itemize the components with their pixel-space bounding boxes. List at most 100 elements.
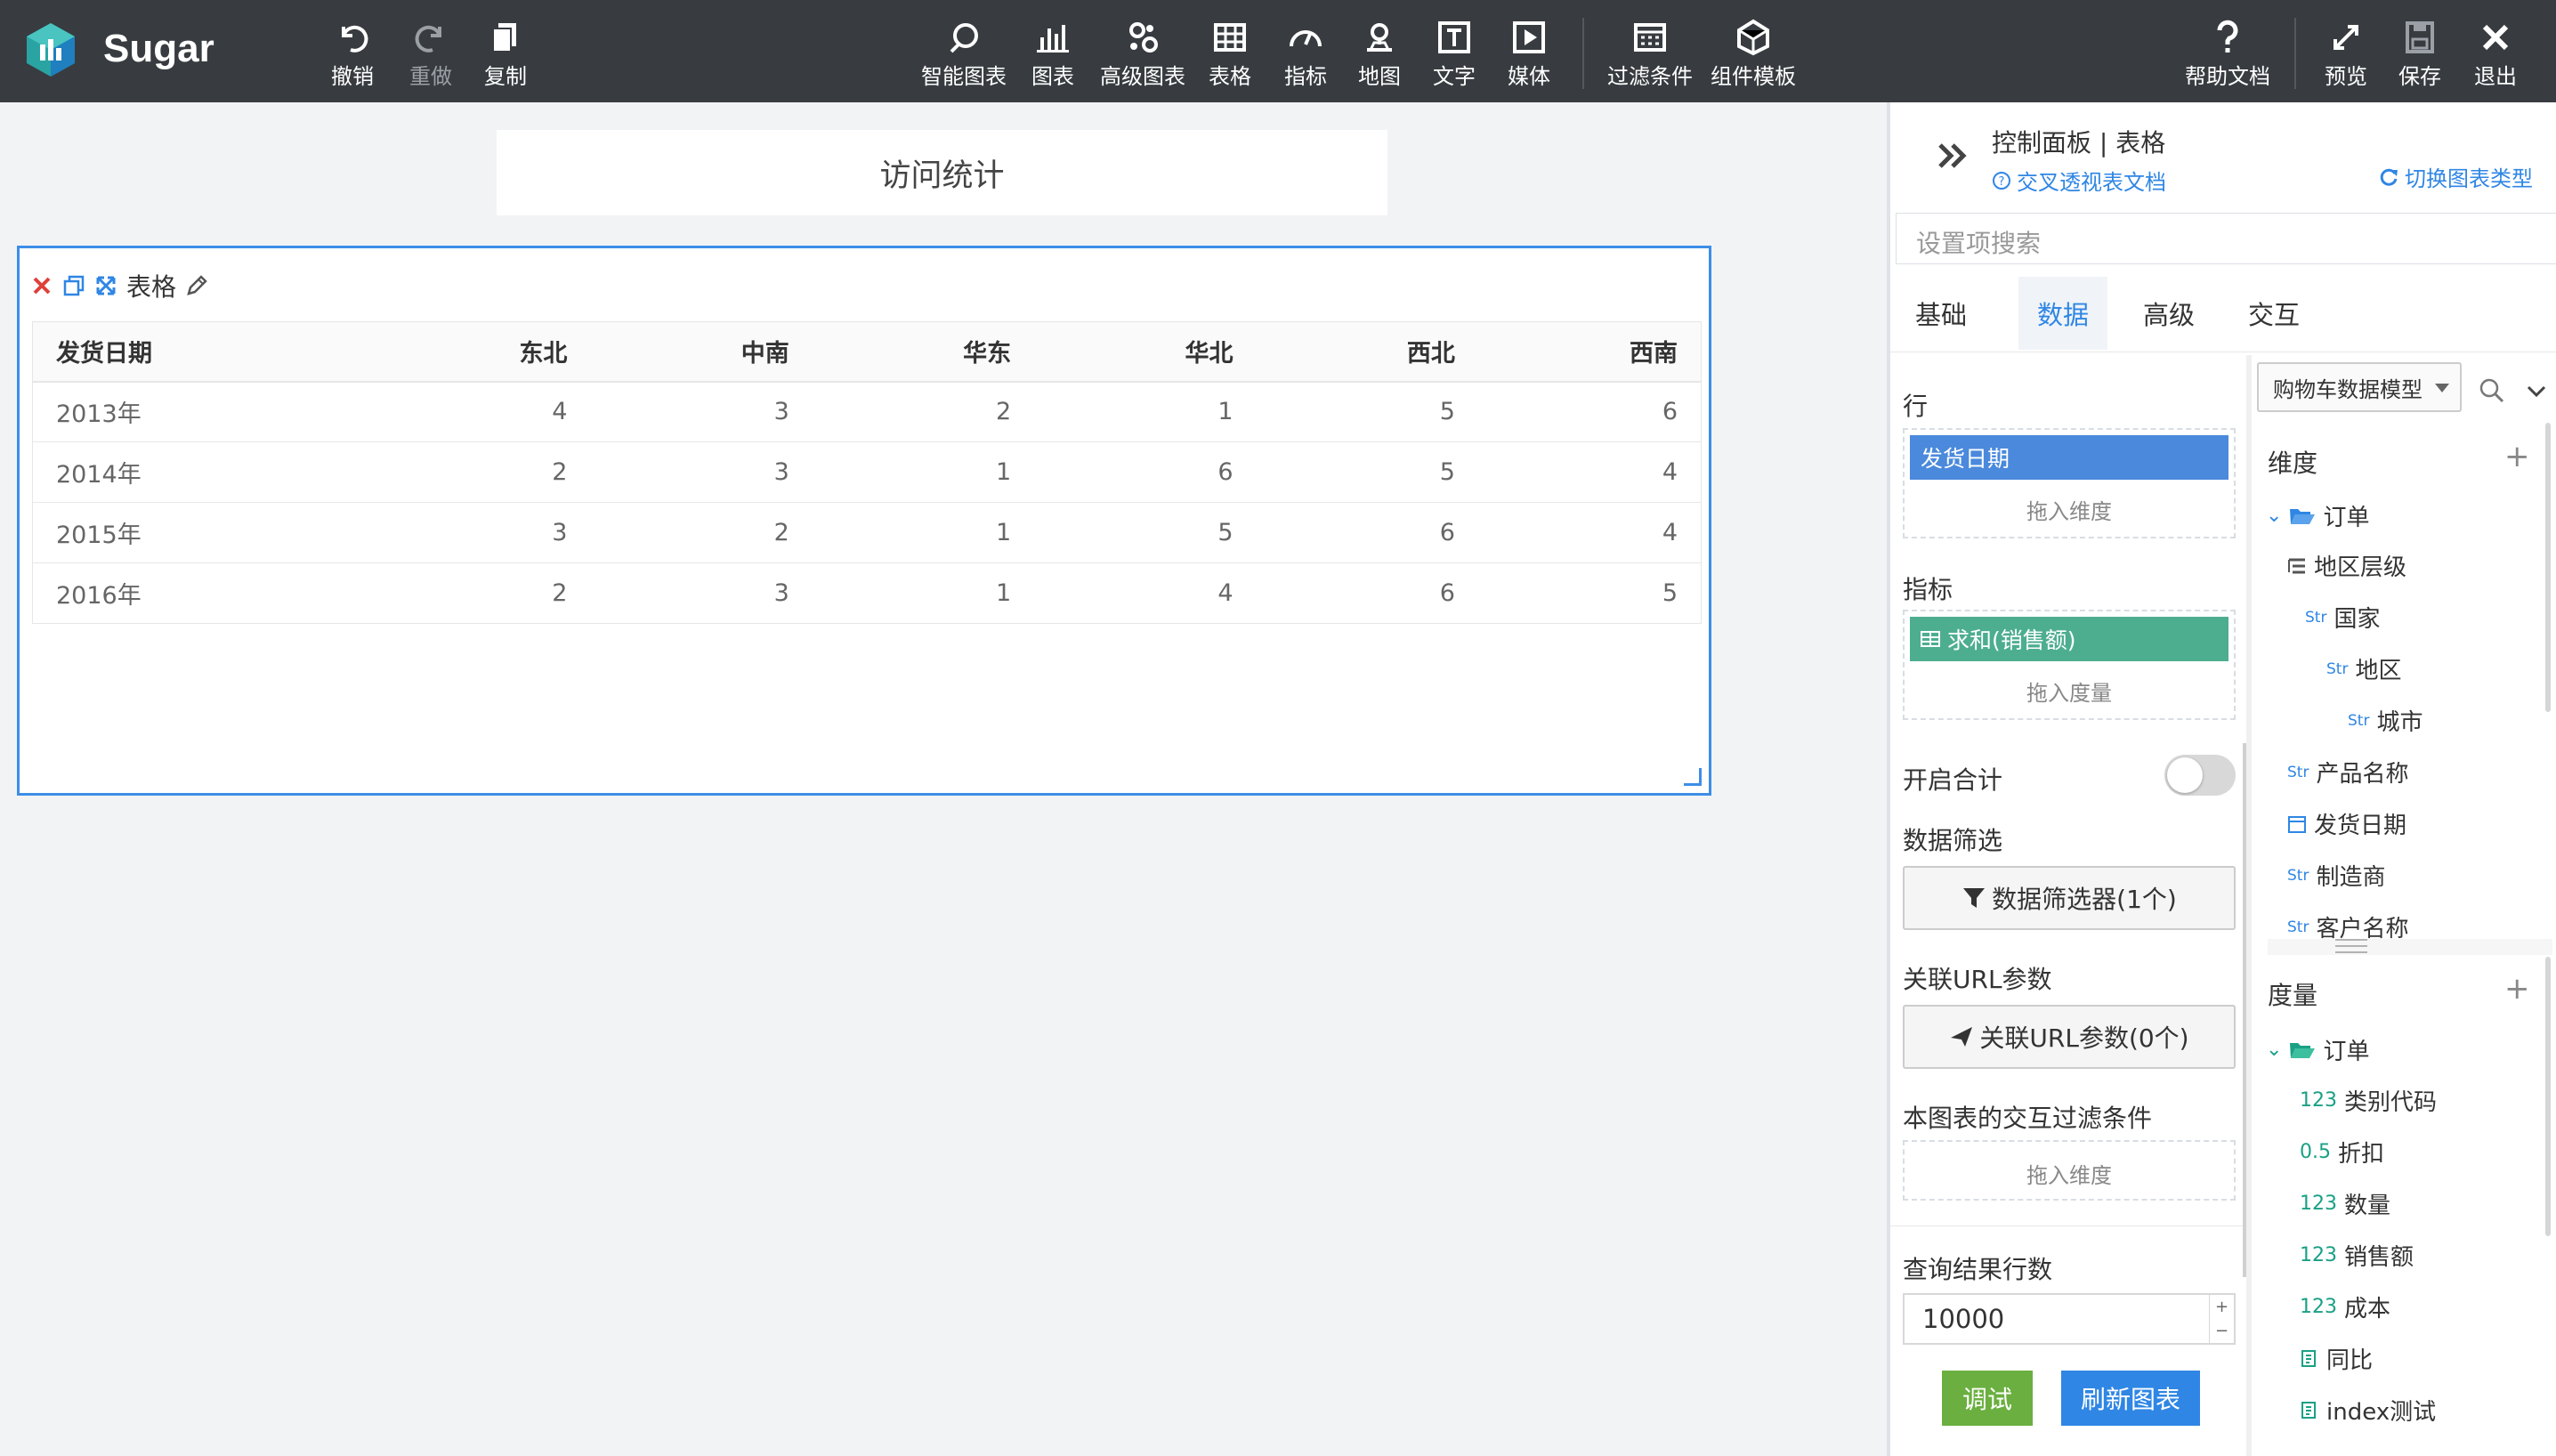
dimension-field[interactable]: Str 国家	[2305, 601, 2380, 634]
dimension-group[interactable]: ⌄ 订单	[2266, 499, 2369, 532]
edit-pencil-icon[interactable]	[185, 274, 208, 297]
duplicate-icon[interactable]	[62, 274, 85, 297]
column-header[interactable]: 西北	[1256, 321, 1478, 383]
chart-button[interactable]: 图表	[1031, 18, 1074, 89]
table-row: 2014年 2 3 1 6 5 4	[32, 441, 1702, 503]
data-model-select[interactable]: 购物车数据模型	[2257, 362, 2462, 412]
table-cell: 6	[1034, 441, 1257, 503]
dimension-scrollbar[interactable]	[2545, 423, 2551, 712]
switch-chart-type-link[interactable]: 切换图表类型	[2378, 161, 2533, 192]
result-rows-input[interactable]: 10000 + −	[1903, 1293, 2236, 1345]
metric-field-chip[interactable]: 求和(销售额)	[1910, 617, 2228, 661]
help-button[interactable]: 帮助文档	[2185, 18, 2270, 89]
measure-field[interactable]: index测试	[2300, 1394, 2436, 1427]
collapse-panel-icon[interactable]	[1933, 136, 1972, 175]
measure-field[interactable]: 123 数量	[2300, 1187, 2390, 1220]
column-header[interactable]: 发货日期	[32, 321, 369, 383]
media-button[interactable]: 媒体	[1508, 18, 1550, 89]
stepper-down-icon[interactable]: −	[2215, 1322, 2228, 1340]
undo-button[interactable]: 撤销	[331, 18, 374, 89]
text-button[interactable]: 文字	[1433, 18, 1476, 89]
dimension-field[interactable]: Str 制造商	[2287, 859, 2385, 892]
metrics-dropzone[interactable]: 求和(销售额) 拖入度量	[1903, 610, 2236, 720]
column-header[interactable]: 东北	[368, 321, 591, 383]
refresh-chart-button[interactable]: 刷新图表	[2061, 1371, 2200, 1426]
close-icon	[2482, 24, 2509, 51]
column-header[interactable]: 西南	[1477, 321, 1702, 383]
measure-field[interactable]: 123 销售额	[2300, 1239, 2414, 1272]
measure-field[interactable]: 123 类别代码	[2300, 1084, 2437, 1117]
url-param-button[interactable]: 关联URL参数(0个)	[1903, 1005, 2236, 1069]
widget-toolbar: 表格	[30, 268, 208, 303]
measure-field[interactable]: 同比	[2300, 1342, 2373, 1375]
search-icon[interactable]	[2478, 376, 2506, 405]
tab-data[interactable]: 数据	[2018, 277, 2107, 350]
indicator-button[interactable]: 指标	[1284, 18, 1327, 89]
table-cell: 6	[1477, 381, 1702, 442]
copy-button[interactable]: 复制	[484, 18, 527, 89]
add-measure-icon[interactable]: +	[2504, 971, 2530, 1007]
map-button[interactable]: 地图	[1358, 18, 1401, 89]
table-button[interactable]: 表格	[1209, 18, 1251, 89]
row-field-chip[interactable]: 发货日期	[1910, 435, 2228, 480]
resize-handle[interactable]	[1684, 768, 1702, 786]
dimension-field[interactable]: 地区层级	[2287, 549, 2406, 582]
rows-dropzone[interactable]: 发货日期 拖入维度	[1903, 428, 2236, 538]
tab-advanced[interactable]: 高级	[2120, 277, 2218, 350]
stepper-up-icon[interactable]: +	[2215, 1298, 2228, 1316]
preview-button[interactable]: 预览	[2325, 18, 2367, 89]
measure-scrollbar[interactable]	[2545, 957, 2551, 1236]
redo-button[interactable]: 重做	[409, 18, 452, 89]
debug-button[interactable]: 调试	[1942, 1371, 2033, 1426]
table-cell: 5	[1256, 441, 1478, 503]
table-cell: 6	[1256, 562, 1478, 624]
column-header[interactable]: 华北	[1034, 321, 1257, 383]
tab-basic[interactable]: 基础	[1890, 277, 1992, 350]
measure-field[interactable]: 123 成本	[2300, 1290, 2390, 1323]
brand-name: Sugar	[103, 27, 214, 70]
smart-chart-button[interactable]: 智能图表	[921, 18, 1007, 89]
chevron-down-icon[interactable]	[2526, 384, 2547, 400]
data-filter-button[interactable]: 数据筛选器(1个)	[1903, 866, 2236, 930]
table-cell: 6	[1256, 502, 1478, 563]
pivot-doc-text: 交叉透视表文档	[2017, 170, 2166, 195]
delete-icon[interactable]	[30, 274, 53, 297]
table-cell: 2016年	[32, 562, 369, 624]
dimension-field[interactable]: Str 产品名称	[2287, 756, 2408, 789]
table-cell: 1	[1034, 381, 1257, 442]
table-icon	[1921, 631, 1940, 647]
widget-label: 表格	[126, 272, 177, 302]
column-header[interactable]: 华东	[812, 321, 1035, 383]
total-toggle[interactable]	[2164, 755, 2236, 796]
gauge-icon	[1290, 30, 1322, 47]
dimension-field[interactable]: Str 城市	[2348, 704, 2423, 737]
interaction-filter-dropzone[interactable]: 拖入维度	[1903, 1140, 2236, 1201]
advanced-chart-button[interactable]: 高级图表	[1100, 18, 1185, 89]
column-header[interactable]: 中南	[590, 321, 813, 383]
advanced-chart-label: 高级图表	[1100, 64, 1185, 89]
fullscreen-icon[interactable]	[94, 274, 117, 297]
table-cell: 3	[368, 502, 591, 563]
dashboard-title[interactable]: 访问统计	[497, 130, 1387, 215]
table-widget[interactable]: 表格 发货日期 东北 中南 华东 华北 西北 西南 2013年 4 3 2 1 5 6 2014年 2 3 1 6…	[17, 246, 1711, 796]
exit-button[interactable]: 退出	[2474, 18, 2517, 89]
settings-search-input[interactable]: 设置项搜索	[1896, 213, 2556, 264]
template-cube-icon	[1737, 19, 1769, 56]
filter-button[interactable]: 过滤条件	[1607, 18, 1693, 89]
refresh-icon	[2380, 168, 2398, 186]
add-dimension-icon[interactable]: +	[2504, 439, 2530, 474]
template-button[interactable]: 组件模板	[1711, 18, 1796, 89]
measure-group[interactable]: ⌄ 订单	[2266, 1033, 2369, 1066]
table-cell: 1	[812, 502, 1035, 563]
measure-field[interactable]: 0.5 折扣	[2300, 1136, 2384, 1169]
table-body: 2013年 4 3 2 1 5 6 2014年 2 3 1 6 5 4 2015年 3 2 1 5 6 4 2016年 2 3…	[32, 381, 1702, 624]
filter-calendar-icon	[1634, 23, 1666, 52]
calculated-field-icon	[2301, 1401, 2316, 1419]
tab-interaction[interactable]: 交互	[2225, 277, 2323, 350]
tab-interaction-label: 交互	[2247, 300, 2300, 330]
dimension-field[interactable]: 发货日期	[2287, 807, 2406, 840]
pivot-doc-link[interactable]: ? 交叉透视表文档	[1992, 165, 2166, 196]
dimension-field[interactable]: Str 地区	[2326, 652, 2401, 685]
rows-stepper[interactable]: + −	[2209, 1295, 2234, 1343]
save-button[interactable]: 保存	[2398, 18, 2441, 89]
